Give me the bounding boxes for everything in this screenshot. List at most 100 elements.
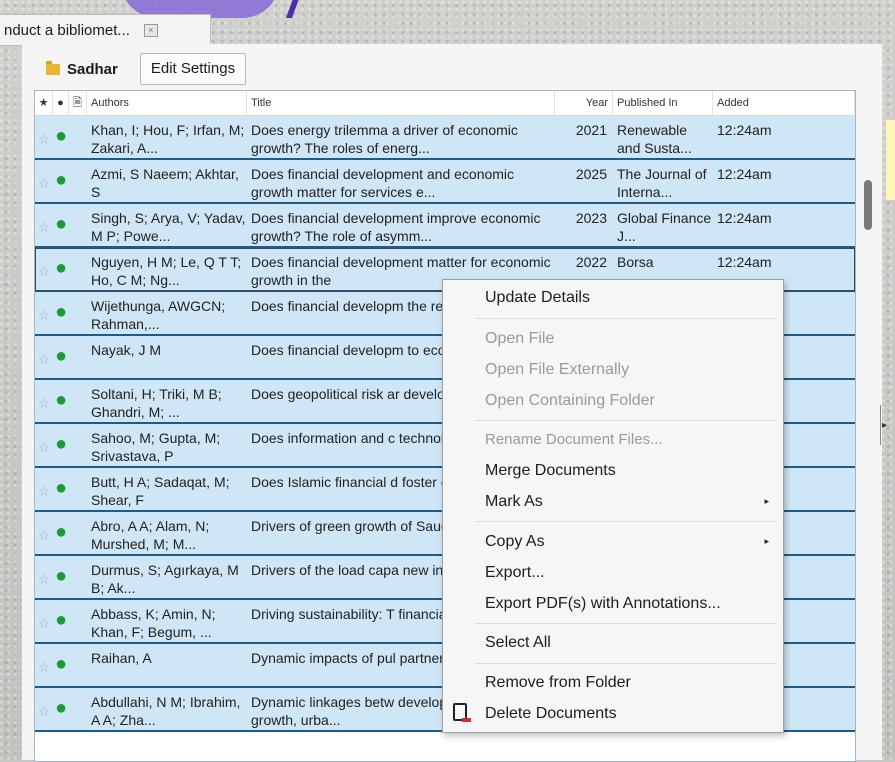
authors-cell: Nguyen, H M; Le, Q T T; Ho, C M; Ng... <box>91 254 242 288</box>
read-status-icon: ● <box>54 521 68 543</box>
menu-item-open-containing-folder[interactable]: Open Containing Folder <box>485 388 655 414</box>
file-icon <box>69 204 87 246</box>
read-status-icon: ● <box>54 257 68 279</box>
menu-item-select-all[interactable]: Select All <box>485 630 551 656</box>
menu-item-mark-as[interactable]: Mark As <box>485 489 543 515</box>
read-status-icon: ● <box>54 213 68 235</box>
table-row[interactable]: ☆ ● Singh, S; Arya, V; Yadav, M P; Powe...… <box>35 204 855 248</box>
year-cell: 2023 <box>575 210 607 226</box>
file-icon <box>69 468 87 510</box>
authors-cell: Singh, S; Arya, V; Yadav, M P; Powe... <box>91 210 246 244</box>
file-icon <box>69 116 87 158</box>
star-icon[interactable]: ☆ <box>35 380 53 422</box>
menu-item-rename-document-files[interactable]: Rename Document Files... <box>485 427 663 453</box>
authors-cell: Wijethunga, AWGCN; Rahman,... <box>91 298 226 332</box>
read-status-icon: ● <box>54 125 68 147</box>
read-status-icon: ● <box>54 697 68 719</box>
star-icon[interactable]: ☆ <box>35 204 53 246</box>
file-icon <box>69 556 87 598</box>
file-icon <box>69 512 87 554</box>
authors-cell: Sahoo, M; Gupta, M; Srivastava, P <box>91 430 221 464</box>
added-cell: 12:24am <box>717 210 772 226</box>
authors-cell: Azmi, S Naeem; Akhtar, S <box>91 166 239 200</box>
authors-cell: Raihan, A <box>91 650 152 666</box>
star-icon[interactable]: ☆ <box>35 512 53 554</box>
star-icon[interactable]: ☆ <box>35 248 53 290</box>
read-status-icon: ● <box>54 477 68 499</box>
menu-item-open-file-externally[interactable]: Open File Externally <box>485 357 629 383</box>
star-icon[interactable]: ☆ <box>35 292 53 334</box>
column-header-authors[interactable]: Authors <box>87 91 247 115</box>
file-icon <box>69 336 87 378</box>
authors-cell: Durmus, S; Agırkaya, M B; Ak... <box>91 562 239 596</box>
menu-item-remove-from-folder[interactable]: Remove from Folder <box>485 670 631 696</box>
title-cell: Does financial development and economic … <box>251 166 515 200</box>
table-row[interactable]: ☆ ● Khan, I; Hou, F; Irfan, M; Zakari, A..… <box>35 116 855 160</box>
file-icon <box>69 424 87 466</box>
authors-cell: Nayak, J M <box>91 342 162 358</box>
table-row[interactable]: ☆ ● Azmi, S Naeem; Akhtar, S Does financial… <box>35 160 855 204</box>
file-icon <box>69 248 87 290</box>
column-header-title[interactable]: Title <box>247 91 555 115</box>
document-tab[interactable]: nduct a bibliomet... × <box>0 14 211 46</box>
year-cell: 2021 <box>575 122 607 138</box>
authors-cell: Abdullahi, N M; Ibrahim, A A; Zha... <box>91 694 241 728</box>
read-status-column-icon[interactable]: ● <box>53 91 69 115</box>
column-header-year[interactable]: Year <box>555 91 613 115</box>
menu-item-open-file[interactable]: Open File <box>485 326 554 352</box>
file-icon <box>69 644 87 686</box>
star-icon[interactable]: ☆ <box>35 336 53 378</box>
star-column-icon[interactable]: ★ <box>35 91 53 115</box>
star-icon[interactable]: ☆ <box>35 688 53 730</box>
read-status-icon: ● <box>54 433 68 455</box>
side-panel-highlight <box>886 120 895 200</box>
menu-item-copy-as[interactable]: Copy As <box>485 529 545 555</box>
menu-item-merge-documents[interactable]: Merge Documents <box>485 458 616 484</box>
read-status-icon: ● <box>54 301 68 323</box>
menu-item-export[interactable]: Export... <box>485 560 545 586</box>
star-icon[interactable]: ☆ <box>35 468 53 510</box>
column-header-added[interactable]: Added <box>713 91 855 115</box>
menu-item-update-details[interactable]: Update Details <box>485 285 590 311</box>
folder-header: Sadhar Edit Settings <box>22 52 247 86</box>
column-header-published-in[interactable]: Published In <box>613 91 713 115</box>
star-icon[interactable]: ☆ <box>35 556 53 598</box>
tab-title: nduct a bibliomet... <box>4 21 130 39</box>
read-status-icon: ● <box>54 389 68 411</box>
menu-separator <box>475 521 777 522</box>
edit-settings-button[interactable]: Edit Settings <box>139 53 247 85</box>
star-icon[interactable]: ☆ <box>35 424 53 466</box>
file-icon <box>69 160 87 202</box>
published-in-cell: Renewable and Susta... <box>617 122 692 156</box>
star-icon[interactable]: ☆ <box>35 160 53 202</box>
star-icon[interactable]: ☆ <box>35 116 53 158</box>
context-menu: Update Details Open File Open File Exter… <box>442 279 784 733</box>
file-icon <box>69 688 87 730</box>
folder-icon <box>46 60 60 75</box>
menu-item-delete-documents[interactable]: Delete Documents <box>485 701 617 727</box>
read-status-icon: ● <box>54 565 68 587</box>
submenu-arrow-icon: ▸ <box>764 536 769 546</box>
close-icon[interactable]: × <box>143 23 158 37</box>
file-column-icon[interactable]: 🗎 <box>69 91 87 115</box>
delete-document-icon <box>453 703 471 722</box>
read-status-icon: ● <box>54 653 68 675</box>
menu-separator <box>475 318 777 319</box>
star-icon[interactable]: ☆ <box>35 644 53 686</box>
authors-cell: Soltani, H; Triki, M B; Ghandri, M; ... <box>91 386 222 420</box>
year-cell: 2025 <box>575 166 607 182</box>
menu-item-export-pdfs[interactable]: Export PDF(s) with Annotations... <box>485 591 721 617</box>
collapse-arrow-icon[interactable]: ▸ <box>882 420 887 431</box>
file-icon <box>69 380 87 422</box>
published-in-cell: The Journal of Interna... <box>617 166 707 200</box>
menu-separator <box>475 623 777 624</box>
authors-cell: Butt, H A; Sadaqat, M; Shear, F <box>91 474 230 508</box>
file-icon <box>69 292 87 334</box>
submenu-arrow-icon: ▸ <box>764 496 769 506</box>
title-cell: Does financial development improve econo… <box>251 210 541 244</box>
star-icon[interactable]: ☆ <box>35 600 53 642</box>
authors-cell: Abbass, K; Amin, N; Khan, F; Begum, ... <box>91 606 216 640</box>
menu-separator <box>475 420 777 421</box>
vertical-scrollbar[interactable] <box>864 180 872 230</box>
title-cell: Does energy trilemma a driver of economi… <box>251 122 518 156</box>
